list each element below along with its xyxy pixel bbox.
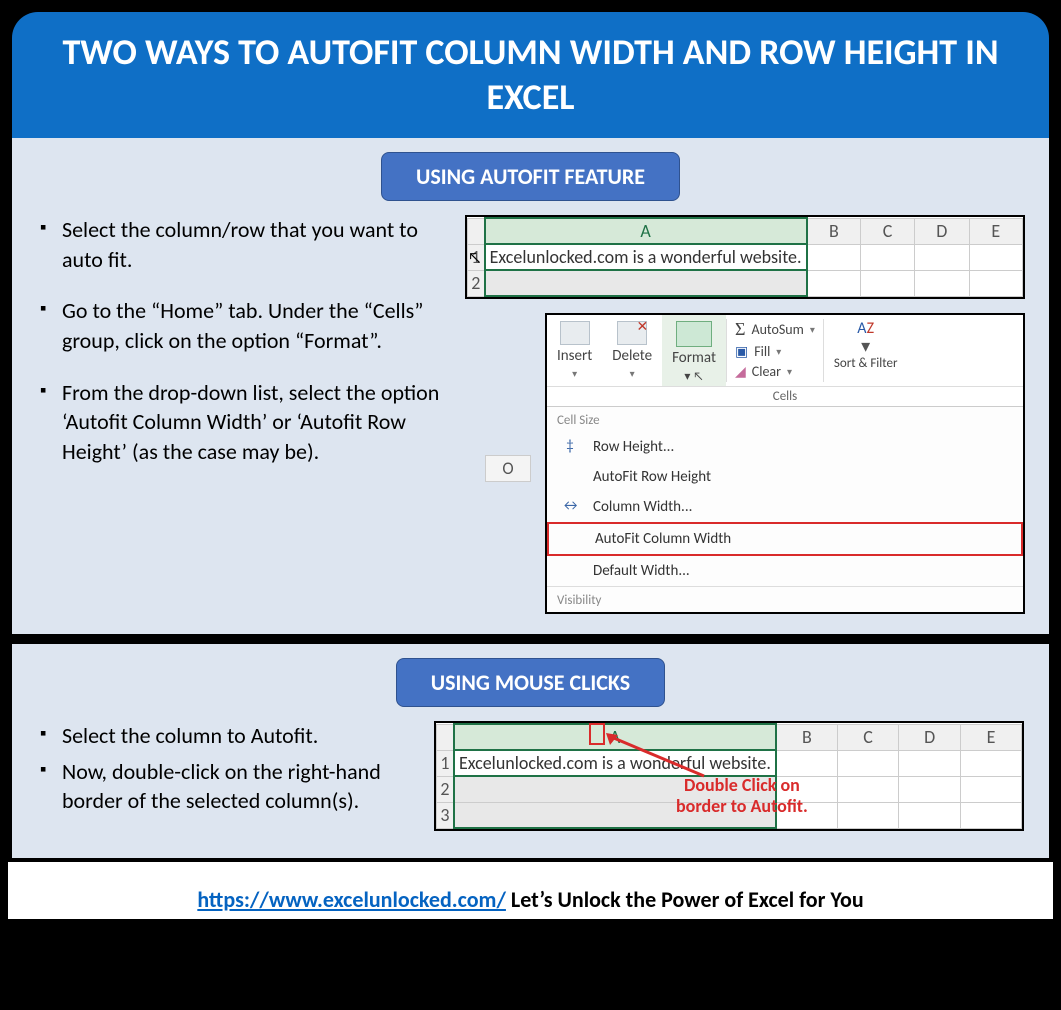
cursor-icon: ↖ [468,249,482,268]
column-header-B: B [776,724,838,750]
column-header-C: C [837,724,898,750]
section1-heading-wrap: USING AUTOFIT FEATURE [36,152,1025,201]
dropdown-section-visibility: Visibility [547,586,1023,612]
column-header-A: A [454,724,776,750]
excel-grid-screenshot-2: A B C D E 1 Excelunlocked.com is a wonde… [434,721,1024,831]
row-header-1: 1 [437,750,454,776]
clear-button[interactable]: ◢Clear ▾ [735,363,815,380]
cell-A1: ↖ Excelunlocked.com is a wonderful websi… [485,244,807,270]
bullet-item: Go to the “Home” tab. Under the “Cells” … [36,296,447,355]
section1-bullet-list: Select the column/row that you want to a… [36,215,447,489]
cell-A2-selected [485,270,807,296]
section-mouse-clicks: USING MOUSE CLICKS Select the column to … [12,644,1049,858]
dropdown-caret-icon: ▾ [572,367,577,380]
dropdown-caret-icon: ▾ [630,367,635,380]
menu-row-height[interactable]: ‡ Row Height... [547,432,1023,462]
format-dropdown: Cell Size ‡ Row Height... AutoFit Row He… [547,406,1023,612]
insert-label: Insert [557,347,592,365]
eraser-icon: ◢ [735,363,746,380]
sort-filter-icon: AZ ▾ [857,321,874,355]
excel-ribbon-screenshot: O Insert ▾ Delete ▾ [545,313,1025,614]
column-header-D: D [899,724,961,750]
footer-link[interactable]: https://www.excelunlocked.com/ [197,886,506,913]
insert-cells-icon [560,321,590,345]
column-header-C: C [861,218,915,244]
cursor-pointer-icon: ▾ ↖ [684,369,703,384]
column-header-E: E [961,724,1022,750]
section2-bullet-list: Select the column to Autofit. Now, doubl… [36,721,416,838]
section2-heading-wrap: USING MOUSE CLICKS [36,658,1025,707]
cell-A1-text: Excelunlocked.com is a wonderful website… [459,752,771,774]
row-header-2: 2 [437,776,454,802]
dropdown-section-cellsize: Cell Size [547,407,1023,432]
fill-button[interactable]: ▣Fill ▾ [735,343,815,360]
infographic-card: TWO WAYS TO AUTOFIT COLUMN WIDTH AND ROW… [8,8,1053,862]
delete-cells-icon [617,321,647,345]
footer-tagline: Let’s Unlock the Power of Excel for You [506,886,864,913]
delete-button[interactable]: Delete ▾ [602,315,662,386]
editing-group: ΣAutoSum ▾ ▣Fill ▾ ◢Clear ▾ [727,315,823,386]
menu-column-width[interactable]: ↔ Column Width... [547,492,1023,522]
cell-A1: Excelunlocked.com is a wonderful website… [454,750,776,776]
menu-autofit-column-width[interactable]: AutoFit Column Width [547,522,1023,556]
corner-cell [468,218,485,244]
sort-label: Sort & Filter [834,357,898,371]
column-header-D: D [915,218,970,244]
row-header-3: 3 [437,802,454,828]
bullet-item: Now, double-click on the right-hand bord… [36,757,416,816]
row-height-icon: ‡ [561,437,579,455]
bullet-item: From the drop-down list, select the opti… [36,378,447,467]
cells-group-label: Cells [547,387,1023,406]
section1-screenshots: A B C D E 1 ↖ Excelunlocked.com is a won… [465,215,1025,614]
annotation-text: Double Click on border to Autofit. [676,775,808,816]
format-cells-icon [676,321,712,347]
excel-grid-screenshot-1: A B C D E 1 ↖ Excelunlocked.com is a won… [465,215,1025,299]
cell-A1-text: Excelunlocked.com is a wonderful website… [490,246,802,268]
bullet-item: Select the column/row that you want to a… [36,215,447,274]
corner-cell [437,724,454,750]
main-title: TWO WAYS TO AUTOFIT COLUMN WIDTH AND ROW… [12,12,1049,138]
column-header-A: A [485,218,807,244]
section2-heading: USING MOUSE CLICKS [396,658,665,707]
bullet-item: Select the column to Autofit. [36,721,416,751]
column-header-B: B [807,218,861,244]
column-width-icon: ↔ [561,497,579,515]
section-divider [12,634,1049,644]
format-button[interactable]: Format ▾ ↖ [662,315,726,386]
delete-label: Delete [612,347,652,365]
section1-heading: USING AUTOFIT FEATURE [381,152,680,201]
fill-icon: ▣ [735,343,748,360]
column-header-E: E [969,218,1022,244]
column-header-O: O [485,455,531,482]
sort-filter-button[interactable]: AZ ▾ Sort & Filter [824,315,908,386]
menu-autofit-row-height[interactable]: AutoFit Row Height [547,462,1023,492]
section-autofit-feature: USING AUTOFIT FEATURE Select the column/… [12,138,1049,634]
menu-default-width[interactable]: Default Width... [547,556,1023,586]
insert-button[interactable]: Insert ▾ [547,315,602,386]
sigma-icon: Σ [735,319,745,340]
autosum-button[interactable]: ΣAutoSum ▾ [735,319,815,340]
footer: https://www.excelunlocked.com/ Let’s Unl… [8,862,1053,919]
format-label: Format [672,349,716,367]
row-header-2: 2 [468,270,485,296]
